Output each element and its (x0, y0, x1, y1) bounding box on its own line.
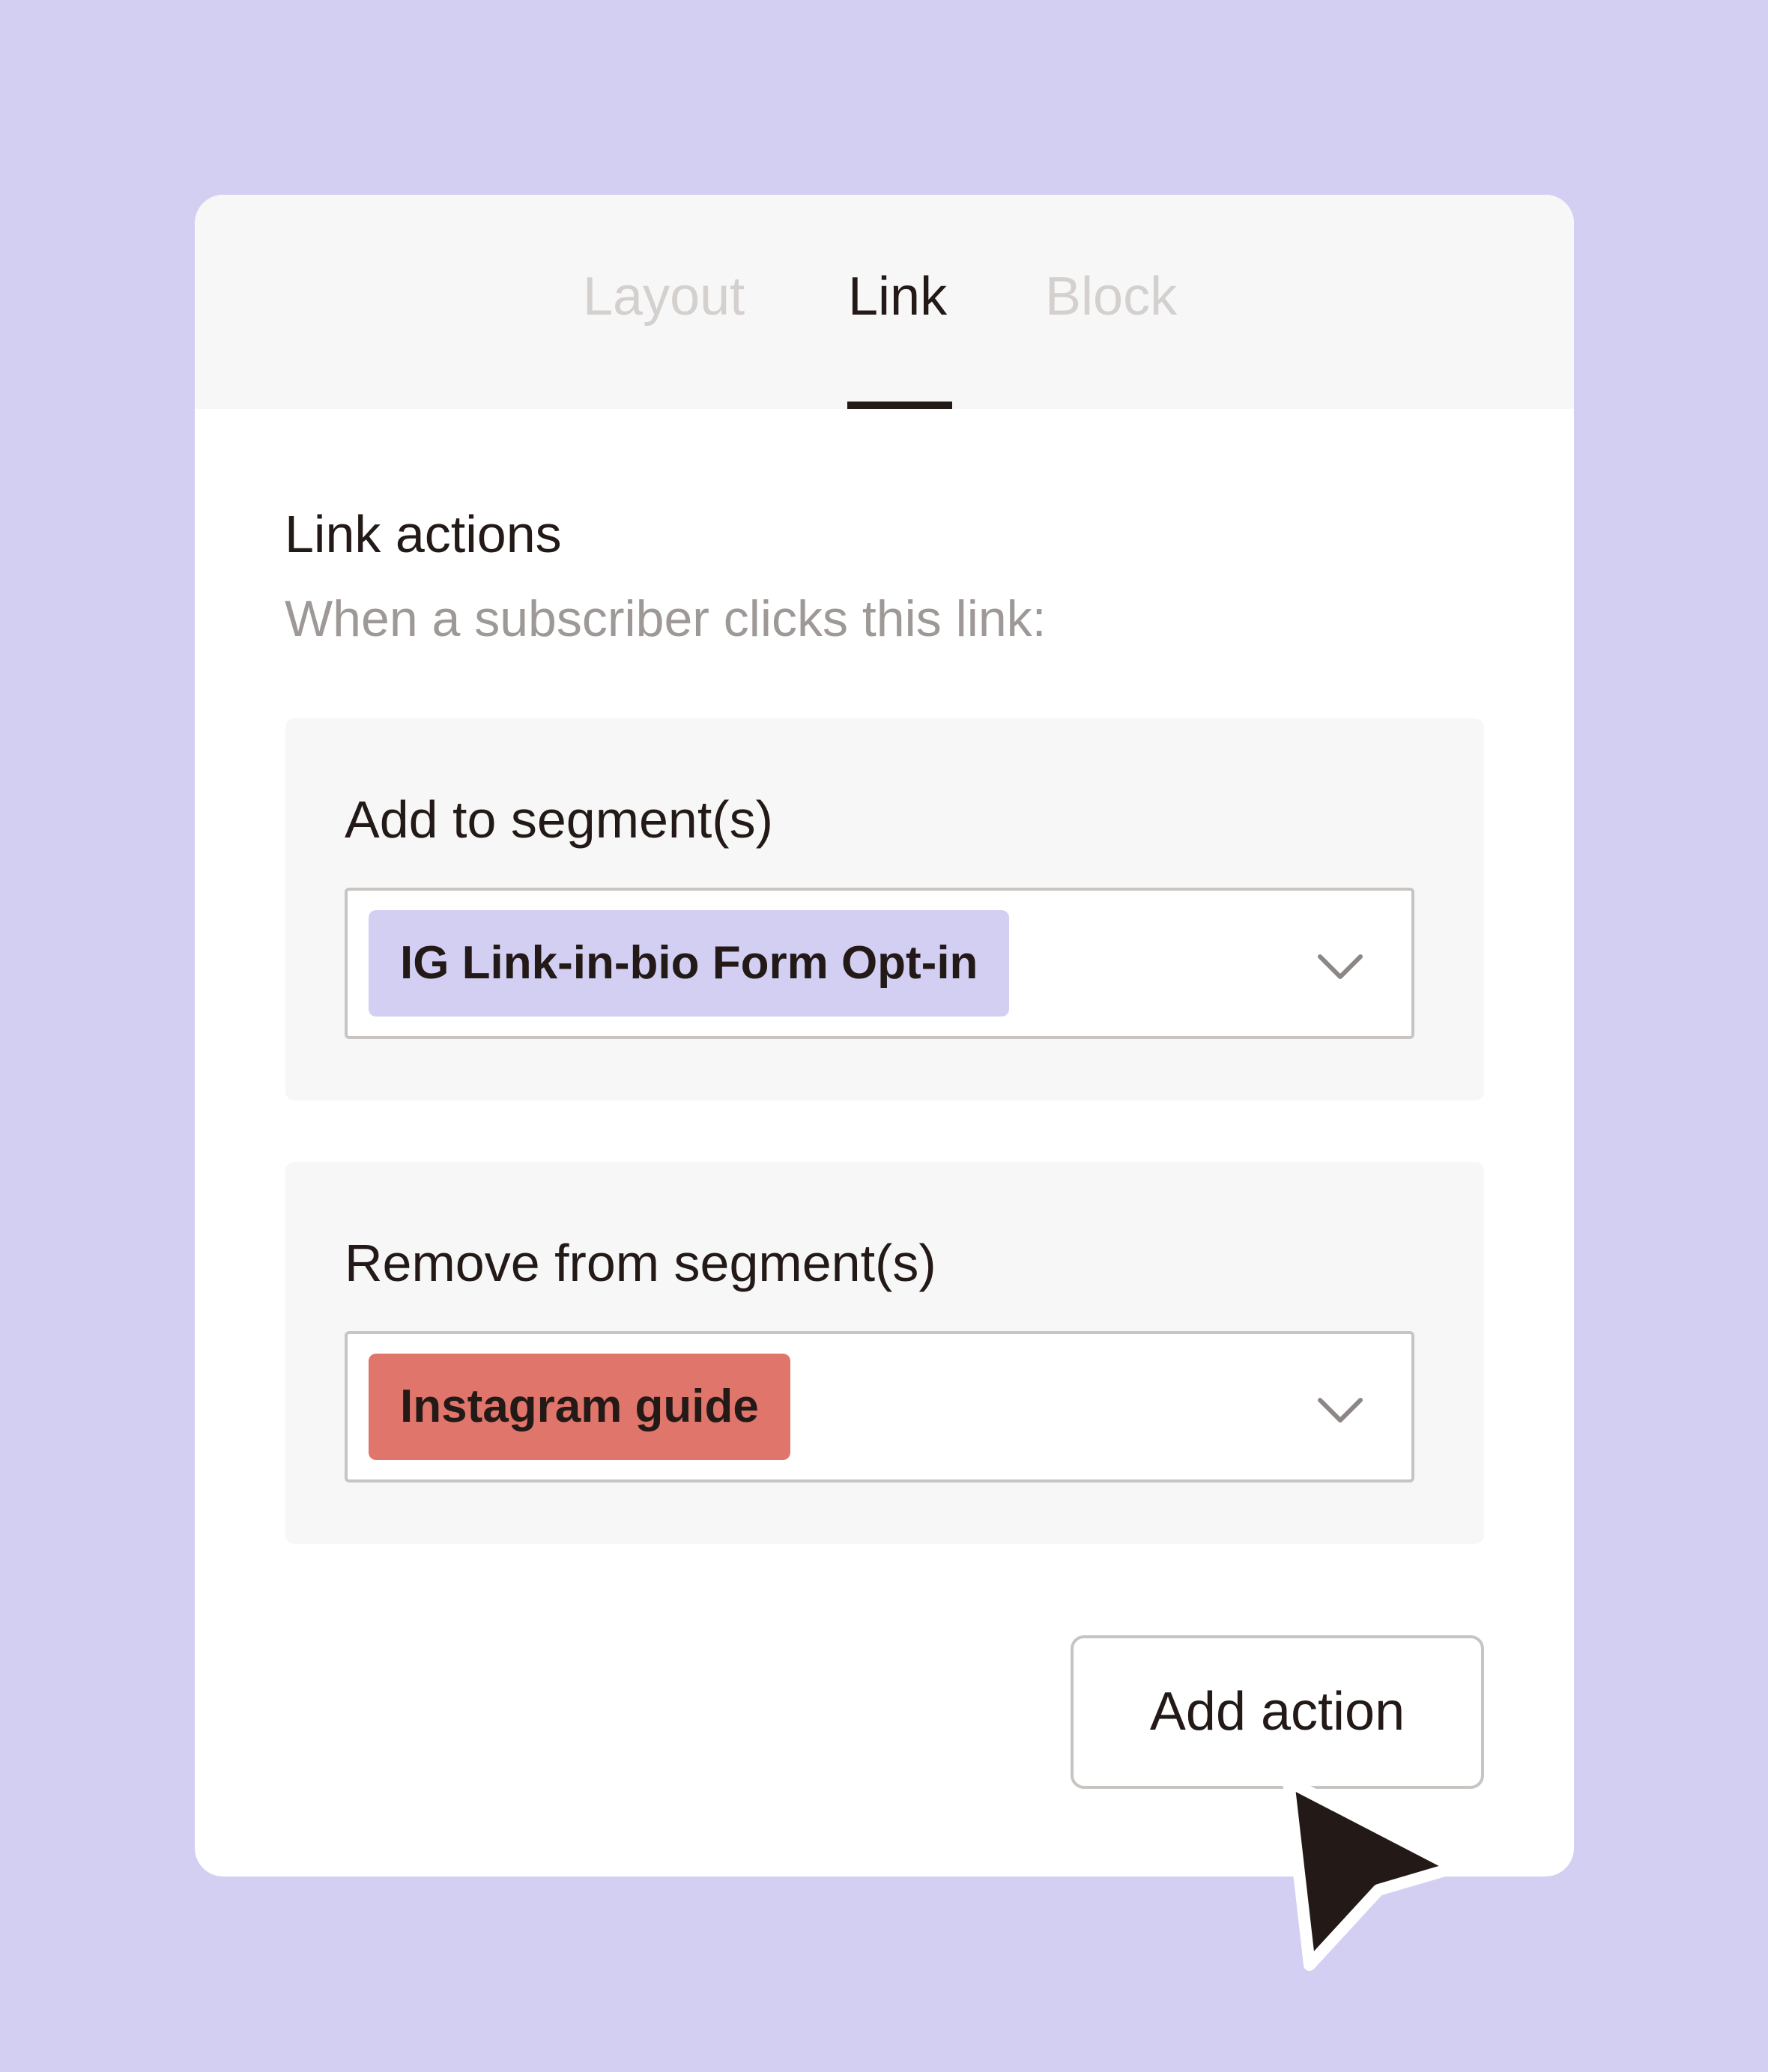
chevron-down-icon[interactable] (1314, 1384, 1366, 1436)
segment-chip-ig-link-in-bio[interactable]: IG Link-in-bio Form Opt-in (369, 910, 1010, 1017)
remove-from-segment-panel: Remove from segment(s) Instagram guide (285, 1162, 1484, 1544)
tab-link[interactable]: Link (848, 270, 947, 324)
link-actions-subtitle: When a subscriber clicks this link: (285, 590, 1047, 647)
tab-block[interactable]: Block (1045, 270, 1177, 324)
link-settings-card: Layout Link Block Link actions When a su… (195, 195, 1574, 1876)
remove-from-segment-select[interactable]: Instagram guide (345, 1331, 1414, 1482)
remove-from-segment-label: Remove from segment(s) (345, 1234, 936, 1292)
cursor-arrow-icon (1283, 1775, 1461, 1971)
link-actions-title: Link actions (285, 505, 562, 563)
chevron-down-icon[interactable] (1314, 940, 1366, 993)
active-tab-indicator (847, 402, 952, 409)
add-to-segment-select[interactable]: IG Link-in-bio Form Opt-in (345, 888, 1414, 1039)
add-to-segment-panel: Add to segment(s) IG Link-in-bio Form Op… (285, 718, 1484, 1100)
add-to-segment-label: Add to segment(s) (345, 790, 773, 849)
tab-layout[interactable]: Layout (583, 270, 745, 324)
segment-chip-instagram-guide[interactable]: Instagram guide (369, 1354, 790, 1460)
tab-bar: Layout Link Block (195, 195, 1574, 409)
